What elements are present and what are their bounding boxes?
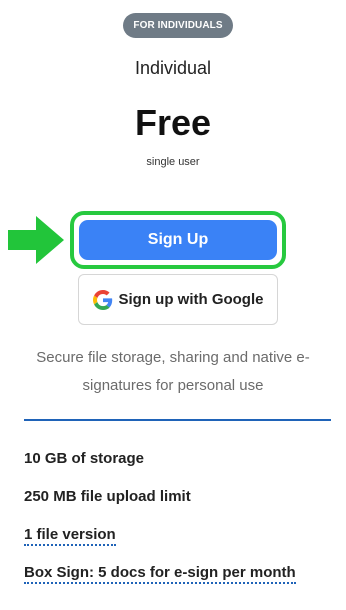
google-logo-icon	[92, 289, 112, 310]
google-sign-up-label: Sign up with Google	[118, 291, 264, 308]
plan-users: single user	[146, 156, 200, 168]
arrow-right-icon	[8, 216, 64, 264]
sign-up-button[interactable]: Sign Up	[79, 220, 277, 260]
plan-price: Free	[134, 102, 212, 143]
plan-badge: FOR INDIVIDUALS	[123, 13, 233, 38]
feature-upload-limit: 250 MB file upload limit	[24, 488, 191, 505]
divider	[24, 419, 331, 421]
feature-file-version-link[interactable]: 1 file version	[24, 526, 116, 546]
feature-box-sign-link[interactable]: Box Sign: 5 docs for e-sign per month	[24, 564, 296, 584]
plan-description: Secure file storage, sharing and native …	[36, 349, 310, 394]
plan-name: Individual	[134, 58, 212, 78]
feature-storage: 10 GB of storage	[24, 450, 145, 467]
google-sign-up-button[interactable]: Sign up with Google	[78, 274, 278, 325]
